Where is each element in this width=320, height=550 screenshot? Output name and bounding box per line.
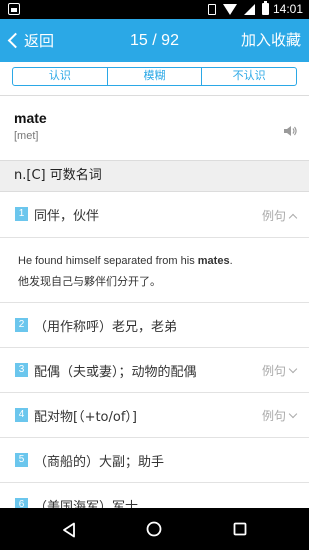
definition-text: 同伴，伙伴 — [34, 209, 100, 224]
definition-row[interactable]: 3 配偶（夫或妻）；动物的配偶 例句 — [0, 348, 309, 393]
status-bar: 14:01 — [0, 0, 309, 19]
back-label: 返回 — [24, 33, 55, 50]
definition-number: 4 — [15, 408, 28, 422]
definition-row[interactable]: 2 （用作称呼）老兄，老弟 — [0, 303, 309, 348]
example-toggle[interactable]: 例句 — [262, 362, 298, 379]
back-button[interactable]: 返回 — [7, 19, 55, 62]
status-time: 14:01 — [272, 2, 303, 16]
word-phonetic: [met] — [14, 130, 39, 142]
example-toggle[interactable]: 例句 — [262, 207, 298, 224]
segment-unknown[interactable]: 不认识 — [201, 68, 296, 85]
definition-text: （用作称呼）老兄，老弟 — [34, 320, 178, 335]
chevron-left-icon — [7, 32, 24, 49]
wifi-icon — [223, 3, 237, 15]
divider — [0, 95, 309, 96]
nav-recent-apps-icon[interactable] — [233, 522, 247, 536]
definition-number: 1 — [15, 207, 28, 221]
definition-text: 配偶（夫或妻）；动物的配偶 — [34, 365, 197, 380]
word-title: mate — [14, 110, 47, 126]
definition-number: 5 — [15, 453, 28, 467]
chevron-up-icon — [288, 213, 298, 222]
definition-row[interactable]: 1 同伴，伙伴 例句 — [0, 191, 309, 238]
example-english: He found himself separated from his mate… — [18, 255, 233, 267]
battery-icon — [262, 1, 269, 15]
gallery-notification-icon — [8, 3, 20, 15]
definition-text: 配对物[（+to/of）] — [34, 410, 137, 425]
definition-text: （商船的）大副；助手 — [34, 455, 165, 470]
chevron-down-icon — [288, 409, 298, 419]
definition-number: 2 — [15, 318, 28, 332]
part-of-speech: n.[C] 可数名词 — [14, 168, 102, 183]
nav-home-icon[interactable] — [146, 521, 162, 537]
system-nav-bar — [0, 508, 309, 550]
definition-number: 3 — [15, 363, 28, 377]
app-header: 返回 15 / 92 加入收藏 — [0, 19, 309, 62]
example-chinese: 他发现自己与夥伴们分开了。 — [18, 275, 161, 288]
speaker-icon[interactable] — [283, 122, 297, 136]
example-panel: He found himself separated from his mate… — [0, 238, 309, 303]
segment-know[interactable]: 认识 — [13, 68, 107, 85]
familiarity-selector: 认识 模糊 不认识 — [12, 67, 297, 86]
definition-row[interactable]: 5 （商船的）大副；助手 — [0, 438, 309, 483]
chevron-down-icon — [288, 364, 298, 374]
segment-vague[interactable]: 模糊 — [106, 68, 202, 85]
add-favorite-button[interactable]: 加入收藏 — [241, 19, 301, 62]
example-toggle[interactable]: 例句 — [262, 407, 298, 424]
nav-back-icon[interactable] — [62, 522, 76, 538]
part-of-speech-bar: n.[C] 可数名词 — [0, 160, 309, 192]
definition-row[interactable]: 4 配对物[（+to/of）] 例句 — [0, 393, 309, 438]
signal-icon — [244, 3, 255, 15]
vibrate-icon — [208, 3, 216, 15]
